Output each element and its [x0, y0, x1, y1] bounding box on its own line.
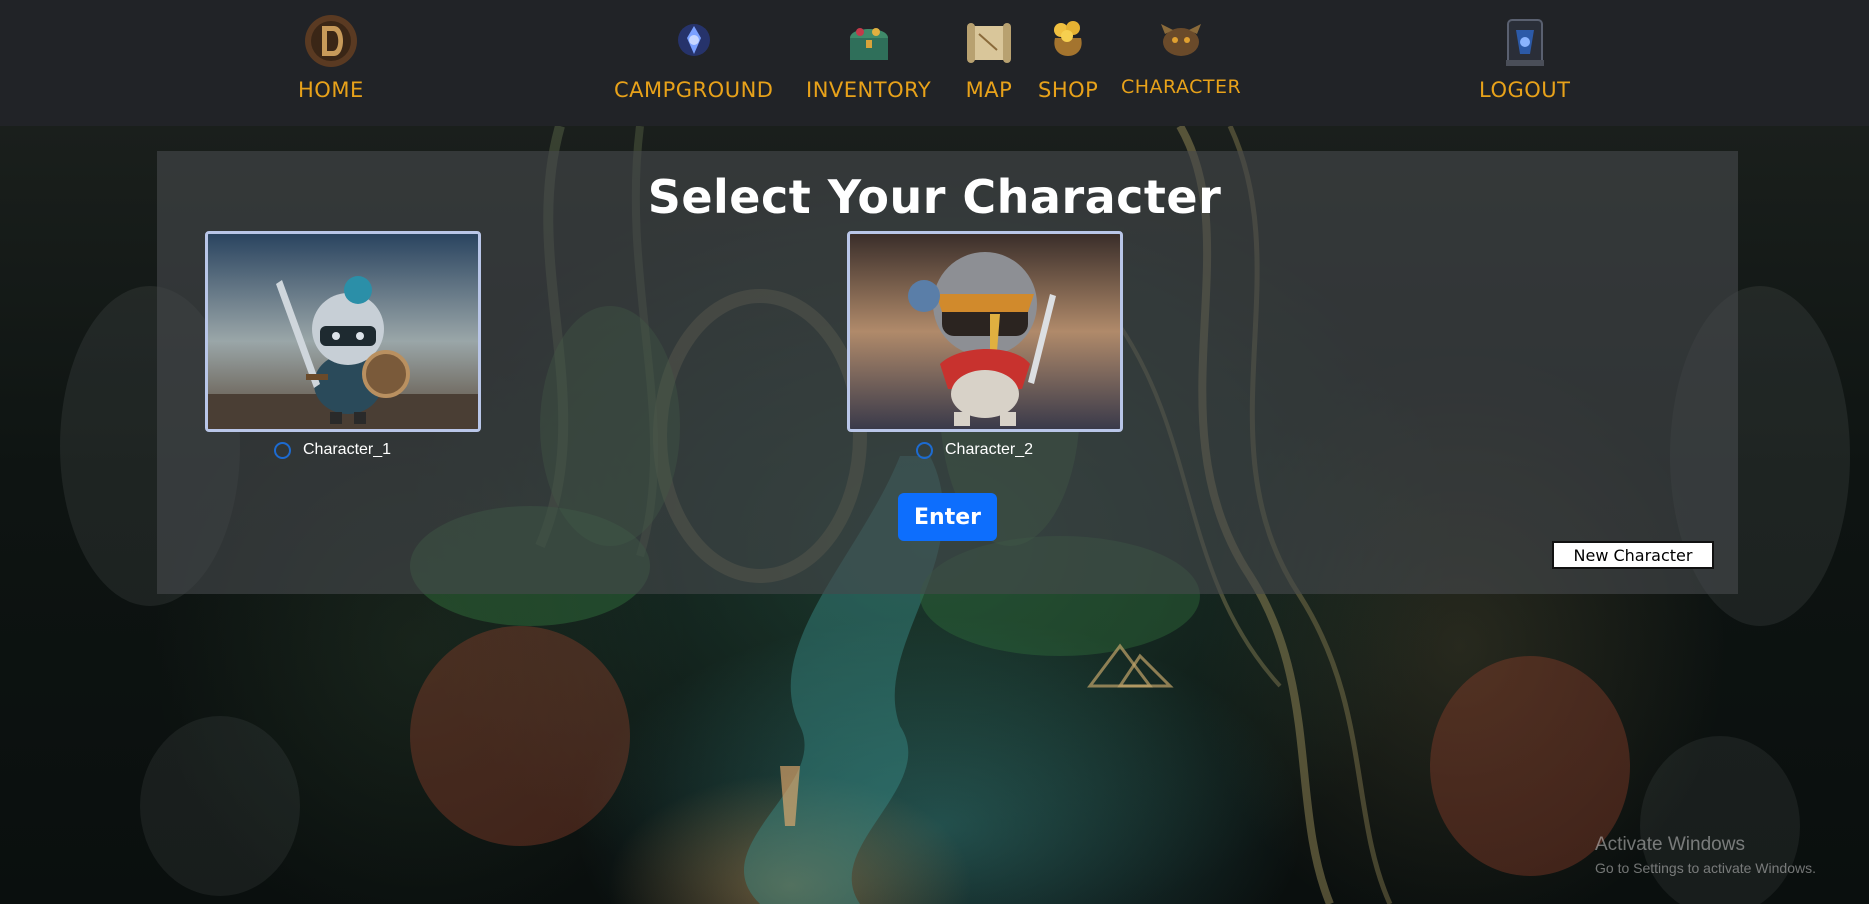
character-1-name: Character_1 [303, 441, 392, 458]
treasure-chest-icon [849, 28, 888, 60]
character-1-radio[interactable] [274, 441, 291, 459]
character-2-image [850, 234, 1120, 429]
nav-logout-label: LOGOUT [1479, 78, 1571, 102]
watermark-title: Activate Windows [1595, 834, 1745, 855]
nav-logout[interactable]: LOGOUT [1479, 14, 1570, 101]
nav-shop[interactable]: SHOP [1038, 18, 1098, 101]
character-2-option: Character_2 [916, 441, 1033, 459]
character-2-radio[interactable] [916, 441, 933, 459]
character-1-image [208, 234, 478, 429]
character-1-option: Character_1 [274, 441, 391, 459]
nav-map-label: MAP [965, 78, 1013, 102]
monster-head-icon [1161, 24, 1202, 56]
nav-character-label: CHARACTER [1121, 76, 1242, 98]
page-title: Select Your Character [647, 170, 1222, 224]
nav-home[interactable]: HOME [298, 12, 364, 101]
gold-sack-icon [1054, 21, 1082, 56]
character-card-1[interactable] [205, 231, 481, 432]
character-2-name: Character_2 [945, 441, 1034, 458]
portal-icon [1505, 19, 1544, 66]
d-emblem-icon [304, 15, 357, 67]
nav-inventory-label: INVENTORY [806, 78, 932, 102]
character-card-2[interactable] [847, 231, 1123, 432]
new-character-button[interactable]: New Character [1552, 541, 1714, 569]
nav-campground[interactable]: CAMPGROUND [614, 20, 773, 101]
watermark-subtitle: Go to Settings to activate Windows. [1595, 860, 1816, 876]
nav-character[interactable]: CHARACTER [1121, 20, 1241, 97]
nav-map[interactable]: MAP [963, 20, 1015, 101]
nav-inventory[interactable]: INVENTORY [806, 22, 931, 101]
nav-home-label: HOME [298, 78, 364, 102]
scroll-map-icon [967, 23, 1011, 63]
blue-crystal-icon [677, 24, 710, 56]
nav-campground-label: CAMPGROUND [614, 78, 774, 102]
nav-shop-label: SHOP [1038, 78, 1099, 102]
top-navigation: HOME CAMPGROUND INVENTORY MAP SHOP CHARA… [0, 0, 1869, 126]
enter-button[interactable]: Enter [898, 493, 997, 541]
activation-watermark: Activate Windows Go to Settings to activ… [1595, 834, 1816, 876]
